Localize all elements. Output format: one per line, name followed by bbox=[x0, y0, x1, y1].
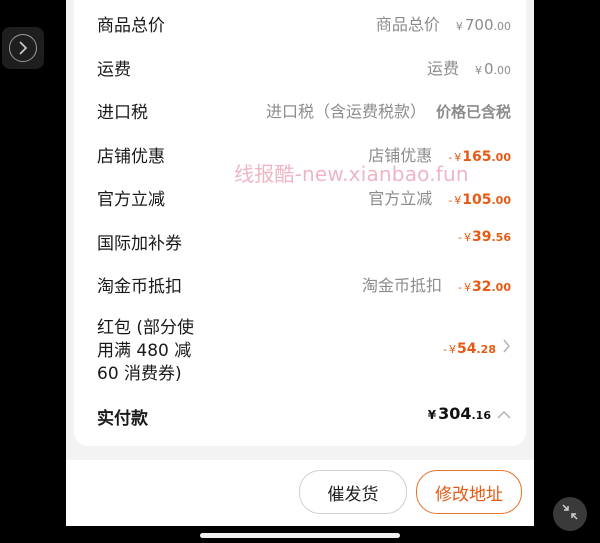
amount-main: 105 bbox=[462, 192, 492, 208]
minus-sign: - bbox=[458, 231, 463, 244]
row-label: 淘金币抵扣 bbox=[97, 277, 182, 297]
amount-decimal: .00 bbox=[493, 64, 512, 77]
currency: ¥ bbox=[427, 408, 437, 422]
row-label: 进口税 bbox=[97, 103, 148, 123]
watermark-text: 线报酷-new.xianbao.fun bbox=[234, 162, 469, 186]
row-desc: 商品总价 bbox=[375, 15, 440, 34]
remind-shipment-button[interactable]: 催发货 bbox=[299, 470, 407, 514]
amount-decimal: .00 bbox=[491, 151, 512, 164]
row-desc: 进口税（含运费税款） bbox=[265, 102, 426, 121]
row-desc: 淘金币抵扣 bbox=[362, 276, 443, 295]
amount-decimal: .00 bbox=[491, 194, 512, 207]
expand-sidebar-button[interactable] bbox=[2, 27, 44, 69]
amount-main: 32 bbox=[472, 279, 492, 295]
discount-amount: - ¥32.00 bbox=[458, 279, 511, 295]
row-shipping: 运费 运费 ¥0.00 bbox=[97, 55, 511, 80]
currency: ¥ bbox=[455, 20, 463, 33]
row-official-discount: 官方立减 官方立减 - ¥105.00 bbox=[97, 185, 511, 210]
minimize-button[interactable] bbox=[553, 497, 587, 531]
collapse-arrows-icon bbox=[561, 503, 579, 525]
minus-sign: - bbox=[458, 281, 463, 294]
chevron-right-icon[interactable] bbox=[502, 338, 511, 357]
row-goods-total: 商品总价 商品总价 ¥700.00 bbox=[97, 11, 511, 36]
row-import-tax: 进口税 进口税（含运费税款） 价格已含税 bbox=[97, 98, 511, 123]
discount-amount: - ¥54.28 bbox=[443, 341, 496, 357]
row-label: 商品总价 bbox=[97, 16, 165, 36]
amount-decimal: .16 bbox=[471, 409, 492, 422]
row-value: 商品总价 ¥700.00 bbox=[376, 11, 511, 35]
row-value: 淘金币抵扣 - ¥32.00 bbox=[362, 272, 511, 296]
amount-main: 39 bbox=[472, 229, 492, 245]
row-total-paid[interactable]: 实付款 ¥304.16 bbox=[97, 404, 511, 430]
currency: ¥ bbox=[449, 343, 457, 356]
chevron-up-icon[interactable] bbox=[497, 404, 511, 423]
currency: ¥ bbox=[474, 64, 482, 77]
amount-decimal: .56 bbox=[491, 231, 512, 244]
total-amount: ¥304.16 bbox=[428, 404, 491, 423]
row-value: 官方立减 - ¥105.00 bbox=[368, 185, 511, 209]
row-label: 运费 bbox=[97, 60, 131, 80]
currency: ¥ bbox=[464, 281, 472, 294]
row-desc: 官方立减 bbox=[368, 189, 433, 208]
minus-sign: - bbox=[448, 194, 453, 207]
amount-main: 304 bbox=[438, 404, 472, 423]
row-label: 店铺优惠 bbox=[97, 147, 165, 167]
row-intl-coupon: 国际加补券 - ¥39.56 bbox=[97, 229, 511, 254]
amount-main: 700 bbox=[464, 16, 494, 34]
row-label: 国际加补券 bbox=[97, 234, 182, 254]
amount-decimal: .28 bbox=[476, 343, 497, 356]
amount-decimal: .00 bbox=[491, 281, 512, 294]
tax-included-note: 价格已含税 bbox=[435, 103, 511, 121]
row-red-packet[interactable]: 红包 (部分使用满 480 减 60 消费券) - ¥54.28 bbox=[97, 317, 511, 387]
price-detail-card: 商品总价 商品总价 ¥700.00 运费 运费 ¥0.00 进口税 进口税（含运… bbox=[74, 0, 526, 446]
discount-amount: - ¥105.00 bbox=[448, 192, 511, 208]
amount: ¥0.00 bbox=[475, 60, 511, 78]
row-value: 运费 ¥0.00 bbox=[427, 55, 511, 79]
currency: ¥ bbox=[454, 194, 462, 207]
row-value: ¥304.16 bbox=[428, 404, 511, 423]
amount-main: 0 bbox=[483, 60, 494, 78]
phone-screen: 商品总价 商品总价 ¥700.00 运费 运费 ¥0.00 进口税 进口税（含运… bbox=[66, 0, 534, 526]
amount-main: 54 bbox=[457, 341, 477, 357]
minus-sign: - bbox=[443, 343, 448, 356]
home-indicator bbox=[200, 533, 400, 538]
row-value: - ¥39.56 bbox=[458, 229, 511, 245]
chevron-right-icon bbox=[9, 34, 37, 62]
row-label: 官方立减 bbox=[97, 190, 165, 210]
amount-decimal: .00 bbox=[493, 20, 512, 33]
row-taobao-coins: 淘金币抵扣 淘金币抵扣 - ¥32.00 bbox=[97, 272, 511, 297]
modify-address-button[interactable]: 修改地址 bbox=[416, 470, 522, 514]
row-value: - ¥54.28 bbox=[443, 338, 511, 357]
row-desc: 运费 bbox=[426, 59, 459, 78]
row-label: 实付款 bbox=[97, 409, 148, 429]
amount: ¥700.00 bbox=[456, 16, 511, 34]
discount-amount: - ¥39.56 bbox=[458, 229, 511, 245]
row-label: 红包 (部分使用满 480 减 60 消费券) bbox=[97, 318, 195, 384]
currency: ¥ bbox=[464, 231, 472, 244]
row-value: 进口税（含运费税款） 价格已含税 bbox=[266, 98, 511, 122]
bottom-action-bar: 催发货 修改地址 bbox=[66, 460, 534, 526]
